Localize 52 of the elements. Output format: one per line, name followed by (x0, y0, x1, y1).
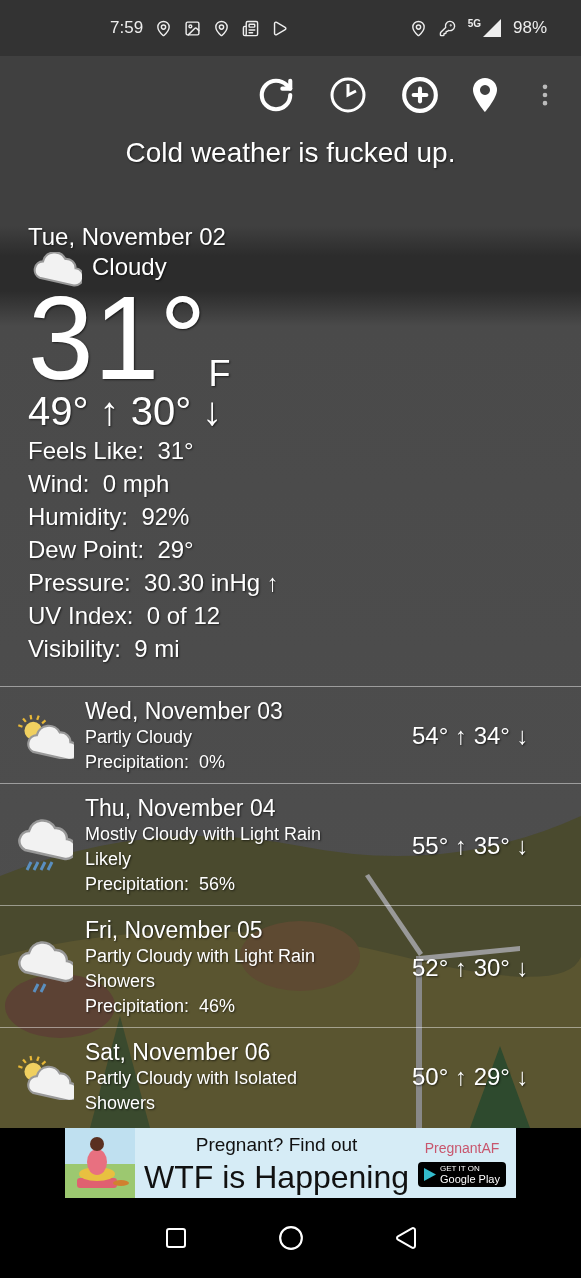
weather-detail: Dew Point: 29° (28, 535, 194, 565)
forecast-high-low: 52° ↑ 30° ↓ (412, 953, 529, 982)
forecast-date: Sat, November 06 (85, 1038, 271, 1066)
badge-title: Google Play (440, 1172, 500, 1185)
ad-brand: PregnantAF (424, 1139, 500, 1156)
current-date: Tue, November 02 (28, 222, 226, 252)
forecast-date: Fri, November 05 (85, 916, 263, 944)
back-icon[interactable] (393, 1226, 418, 1250)
store-badge[interactable]: GET IT ON Google Play (418, 1161, 506, 1187)
battery-level: 98% (512, 18, 547, 38)
status-time: 7:59 (110, 18, 144, 38)
weather-detail: Pressure: 30.30 inHg ↑ (28, 568, 279, 598)
forecast-high-low: 55° ↑ 35° ↓ (412, 831, 529, 860)
location-icon (155, 19, 173, 37)
location-icon (213, 19, 231, 37)
image-icon (184, 19, 202, 37)
key-icon (438, 19, 456, 37)
weather-detail: Feels Like: 31° (28, 436, 194, 466)
badge-caption: GET IT ON (440, 1163, 481, 1173)
play-icon (271, 19, 289, 37)
refresh-icon[interactable] (257, 76, 295, 114)
weather-detail: Wind: 0 mph (28, 469, 170, 499)
forecast-condition: Partly Cloudy (85, 726, 193, 749)
location-icon[interactable] (473, 78, 497, 112)
forecast-condition: Mostly Cloudy with Light Rain Likely (85, 823, 323, 871)
location-icon (409, 19, 427, 37)
current-condition: Cloudy (92, 252, 167, 282)
ad-banner[interactable]: Pregnant? Find out WTF is Happening PregnantAF GET IT ON Google Play (65, 1128, 516, 1198)
clock-icon[interactable] (329, 76, 367, 114)
ad-headline: Pregnant? Find out (195, 1133, 358, 1157)
precipitation: Precipitation: 56% (85, 873, 236, 896)
weather-detail: UV Index: 0 of 12 (28, 601, 221, 631)
weather-detail: Visibility: 9 mi (28, 634, 180, 664)
ad-tagline: WTF is Happening (144, 1159, 409, 1195)
forecast-date: Wed, November 03 (85, 697, 283, 725)
weather-detail: Humidity: 92% (28, 502, 190, 532)
play-store-icon (424, 1167, 437, 1181)
location-title: Cold weather is fucked up. (124, 136, 457, 170)
signal-icon (482, 19, 501, 37)
network-type: 5G (467, 17, 481, 29)
recents-icon[interactable] (163, 1226, 188, 1250)
forecast-condition: Partly Cloudy with Isolated Showers (85, 1067, 299, 1115)
home-icon[interactable] (277, 1225, 304, 1251)
precipitation: Precipitation: 46% (85, 995, 236, 1018)
current-temperature: 31° (28, 288, 207, 388)
forecast-date: Thu, November 04 (85, 794, 276, 822)
add-icon[interactable] (401, 76, 439, 114)
forecast-condition: Partly Cloudy with Light Rain Showers (85, 945, 317, 993)
forecast-high-low: 50° ↑ 29° ↓ (412, 1063, 529, 1091)
precipitation: Precipitation: 0% (85, 751, 226, 774)
news-icon (242, 19, 260, 37)
forecast-high-low: 54° ↑ 34° ↓ (412, 722, 529, 750)
